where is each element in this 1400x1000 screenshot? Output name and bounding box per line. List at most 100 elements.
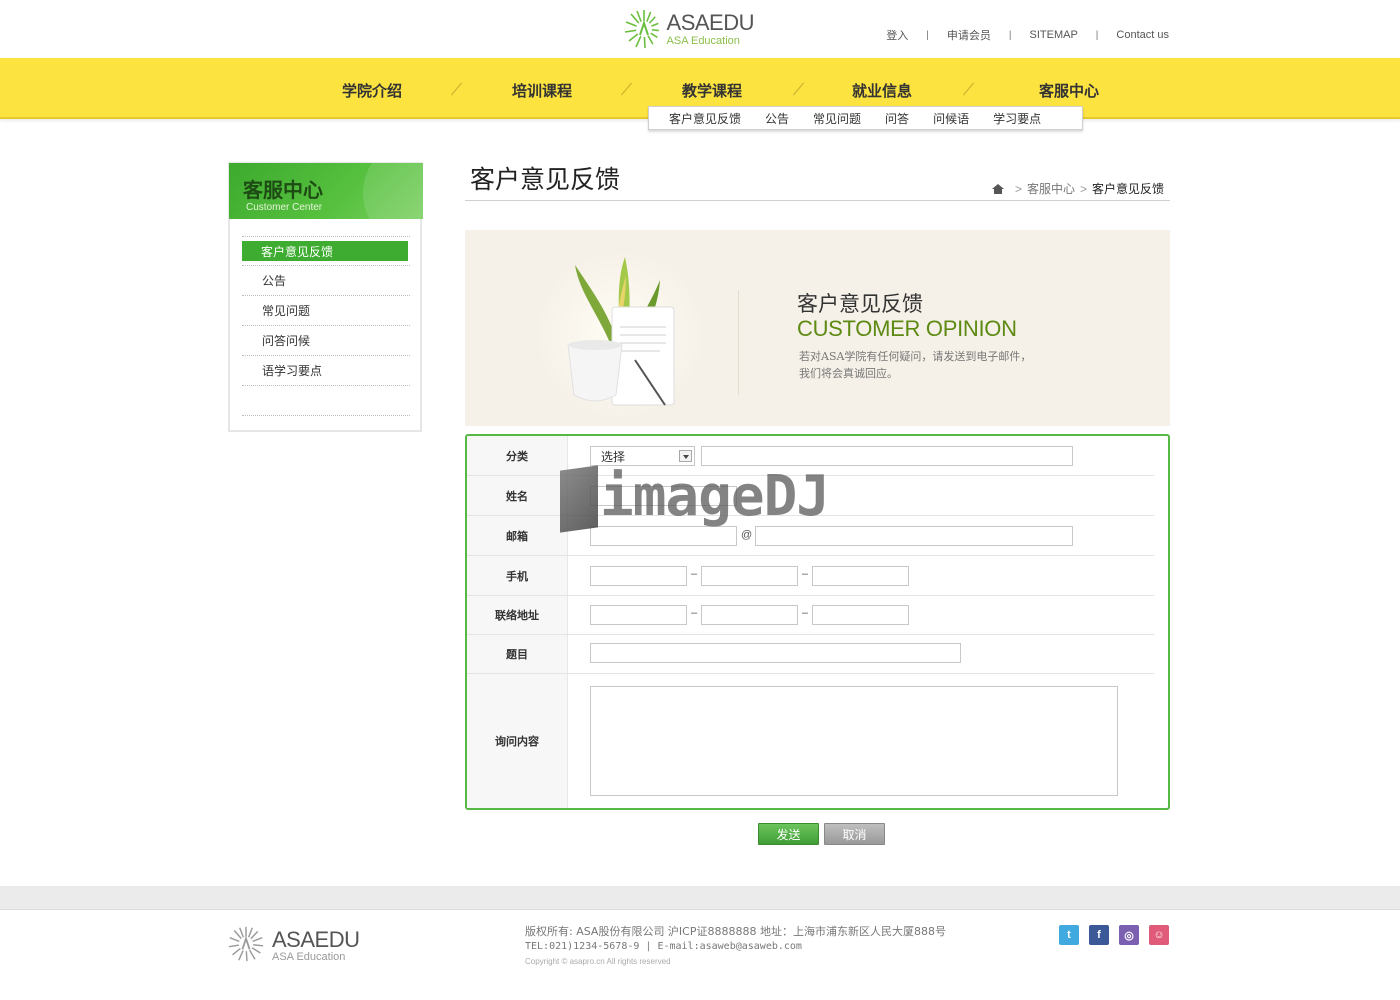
- content-label: 询问内容: [467, 674, 568, 808]
- address-part3-input[interactable]: [812, 605, 909, 625]
- home-icon[interactable]: [991, 183, 1004, 194]
- banner-desc-line: 若对ASA学院有任何疑问，请发送到电子邮件，: [799, 350, 1032, 363]
- sidebar-item-faq[interactable]: 常见问题: [242, 296, 410, 326]
- footer-logo-name: ASAEDU: [272, 926, 360, 952]
- form-row-mobile: 手机 – –: [467, 556, 1154, 596]
- banner-desc-line: 我们将会真诚回应。: [799, 367, 898, 380]
- submenu-notice[interactable]: 公告: [765, 110, 789, 127]
- mobile-part3-input[interactable]: [812, 566, 909, 586]
- link-separator: |: [926, 29, 929, 41]
- sidebar-title: 客服中心: [243, 178, 323, 202]
- category-label: 分类: [467, 436, 568, 475]
- category-detail-input[interactable]: [701, 446, 1073, 466]
- twitter-icon[interactable]: t: [1059, 925, 1079, 945]
- feedback-banner: 客户意见反馈 CUSTOMER OPINION 若对ASA学院有任何疑问，请发送…: [465, 230, 1170, 426]
- chevron-right-icon: >: [1079, 181, 1087, 196]
- nav-divider: [962, 80, 976, 94]
- nav-divider: [450, 80, 464, 94]
- chevron-right-icon: >: [1014, 181, 1022, 196]
- submenu-feedback[interactable]: 客户意见反馈: [669, 110, 741, 127]
- send-button[interactable]: 发送: [758, 823, 819, 845]
- banner-divider: [738, 290, 739, 395]
- address-part2-input[interactable]: [701, 605, 798, 625]
- sidebar: 客服中心 Customer Center 客户意见反馈 公告 常见问题 问答问候…: [228, 162, 423, 432]
- content-textarea[interactable]: [590, 686, 1118, 796]
- subject-label: 题目: [467, 635, 568, 673]
- category-select[interactable]: 选择: [590, 446, 695, 466]
- submenu-greetings[interactable]: 问候语: [933, 110, 969, 127]
- nav-item-courses[interactable]: 教学课程: [682, 80, 742, 101]
- footer-company-info: 版权所有: ASA股份有限公司 沪ICP证8888888 地址：上海市浦东新区人…: [525, 925, 946, 938]
- submenu-faq[interactable]: 常见问题: [813, 110, 861, 127]
- sidebar-header: 客服中心 Customer Center: [229, 163, 423, 219]
- logo-subtitle: ASA Education: [666, 34, 740, 47]
- footer-contact-info: TEL:021)1234-5678-9 | E-mail:asaweb@asaw…: [525, 941, 802, 952]
- sidebar-item-label: 客户意见反馈: [242, 241, 408, 261]
- chevron-down-icon[interactable]: [679, 450, 692, 462]
- sidebar-item-label: 常见问题: [262, 304, 311, 318]
- sidebar-item-qa[interactable]: 问答问候: [242, 326, 410, 356]
- facebook-icon[interactable]: f: [1089, 925, 1109, 945]
- address-label: 联络地址: [467, 596, 568, 634]
- sidebar-item-empty: [242, 386, 410, 416]
- mobile-part2-input[interactable]: [701, 566, 798, 586]
- sitemap-link[interactable]: SITEMAP: [1030, 29, 1078, 41]
- nav-divider: [620, 80, 634, 94]
- sidebar-subtitle: Customer Center: [246, 202, 323, 213]
- register-link[interactable]: 申请会员: [947, 27, 991, 43]
- link-separator: |: [1008, 29, 1012, 41]
- me2day-icon[interactable]: ☺: [1149, 925, 1169, 945]
- cancel-button[interactable]: 取消: [824, 823, 885, 845]
- name-label: 姓名: [467, 476, 568, 515]
- login-link[interactable]: 登入: [886, 27, 908, 43]
- category-select-value: 选择: [601, 449, 626, 464]
- nav-item-about[interactable]: 学院介绍: [342, 80, 402, 101]
- footer-info: 版权所有: ASA股份有限公司 沪ICP证8888888 地址：上海市浦东新区人…: [525, 924, 946, 969]
- sidebar-menu: 客户意见反馈 公告 常见问题 问答问候 语学习要点: [242, 236, 410, 416]
- contact-link[interactable]: Contact us: [1116, 29, 1169, 41]
- email-label: 邮箱: [467, 516, 568, 555]
- mobile-dash: –: [691, 568, 698, 580]
- footer-logo[interactable]: ASAEDU ASA Education: [228, 926, 360, 965]
- footer-copyright: Copyright © asapro.cn All rights reserve…: [525, 957, 671, 966]
- top-links: 登入 | 申请会员 | SITEMAP | Contact us: [886, 27, 1169, 43]
- submenu-qa[interactable]: 问答: [885, 110, 909, 127]
- form-row-subject: 题目: [467, 635, 1154, 674]
- footer-band: [0, 886, 1400, 910]
- nav-item-training[interactable]: 培训课程: [512, 80, 572, 101]
- address-dash: –: [691, 607, 698, 619]
- sidebar-item-feedback[interactable]: 客户意见反馈: [242, 236, 410, 266]
- mobile-label: 手机: [467, 556, 568, 595]
- breadcrumb-current: 客户意见反馈: [1091, 182, 1164, 196]
- form-row-content: 询问内容: [467, 674, 1154, 808]
- sidebar-item-label: 语学习要点: [262, 364, 323, 378]
- mobile-dash: –: [802, 568, 809, 580]
- address-part1-input[interactable]: [590, 605, 687, 625]
- banner-description: 若对ASA学院有任何疑问，请发送到电子邮件， 我们将会真诚回应。: [799, 348, 1031, 382]
- address-dash: –: [802, 607, 809, 619]
- footer-logo-subtitle: ASA Education: [272, 950, 346, 963]
- social-links: t f ◎ ☺: [1059, 925, 1179, 945]
- logo-sunburst-icon: [228, 926, 264, 965]
- logo-name: ASAEDU: [666, 9, 755, 35]
- blog-icon[interactable]: ◎: [1119, 925, 1139, 945]
- title-divider: [465, 200, 1170, 201]
- link-separator: |: [1095, 29, 1099, 41]
- header-logo[interactable]: ASAEDU ASA Education: [624, 8, 755, 50]
- logo-sunburst-icon: [624, 9, 659, 49]
- form-row-address: 联络地址 – –: [467, 596, 1154, 635]
- sidebar-header-decoration: [363, 163, 423, 219]
- nav-item-service[interactable]: 客服中心: [1039, 80, 1099, 101]
- subject-input[interactable]: [590, 643, 961, 663]
- breadcrumb-service[interactable]: 客服中心: [1027, 180, 1075, 197]
- banner-title: 客户意见反馈: [797, 292, 923, 316]
- plant-document-illustration: [567, 257, 675, 406]
- sidebar-item-label: 公告: [262, 274, 287, 288]
- submenu-study-tips[interactable]: 学习要点: [993, 110, 1041, 127]
- nav-item-jobs[interactable]: 就业信息: [852, 80, 912, 101]
- banner-title-en: CUSTOMER OPINION: [797, 316, 1017, 341]
- sidebar-item-notice[interactable]: 公告: [242, 266, 410, 296]
- page-title: 客户意见反馈: [470, 165, 621, 194]
- sidebar-item-study-tips[interactable]: 语学习要点: [242, 356, 410, 386]
- mobile-part1-input[interactable]: [590, 566, 687, 586]
